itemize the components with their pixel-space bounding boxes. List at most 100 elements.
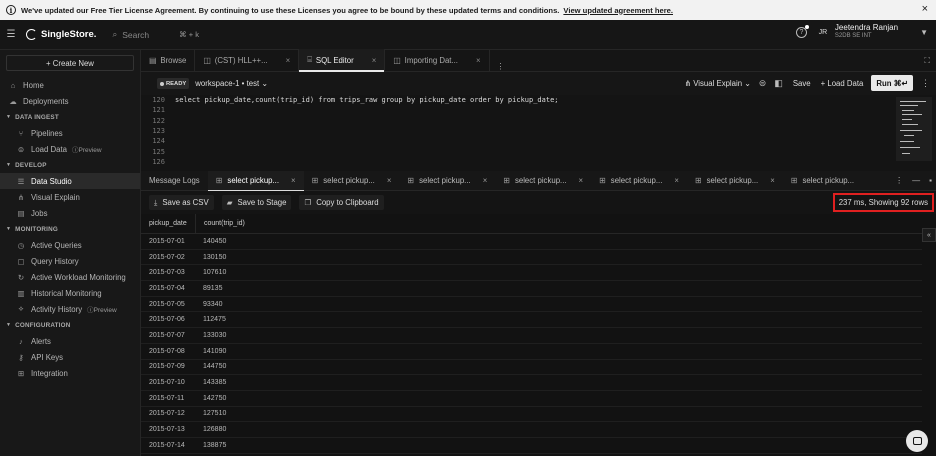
user-menu[interactable]: ? JR Jeetendra Ranjan S2DB SE INT ▼ <box>795 23 928 41</box>
sidebar-item-visual-explain[interactable]: ⋔ Visual Explain <box>0 189 140 205</box>
close-icon[interactable]: × <box>476 56 481 65</box>
tab-label: Browse <box>160 55 187 65</box>
logo[interactable]: SingleStore. <box>26 29 96 40</box>
line-number: 121 <box>152 106 165 115</box>
section-develop[interactable]: ▼ DEVELOP <box>0 157 140 173</box>
tab-result[interactable]: ⊞ select pickup... × <box>591 171 687 191</box>
sidebar-item-label: Load Data <box>31 144 67 154</box>
table-row[interactable]: 2015-07-03 107610 <box>141 265 922 282</box>
sidebar-item-api-keys[interactable]: ⚷ API Keys <box>0 349 140 365</box>
load-data-button[interactable]: + Load Data <box>821 79 864 88</box>
tab-importing[interactable]: ◫ Importing Dat... × <box>385 49 490 71</box>
sidebar-item-active-workload[interactable]: ↻ Active Workload Monitoring <box>0 269 140 285</box>
avatar[interactable]: JR <box>815 24 831 40</box>
chevron-down-icon[interactable]: ▼ <box>920 28 928 37</box>
column-header[interactable]: count(trip_id) <box>195 214 255 233</box>
sidebar-item-data-studio[interactable]: ☰ Data Studio <box>0 173 140 189</box>
sidebar-item-integration[interactable]: ⊞ Integration <box>0 365 140 381</box>
table-row[interactable]: 2015-07-05 93340 <box>141 297 922 313</box>
close-icon[interactable]: × <box>483 176 488 185</box>
close-icon[interactable]: × <box>579 176 584 185</box>
table-row[interactable]: 2015-07-10 143385 <box>141 375 922 391</box>
more-options-icon[interactable]: ⋮ <box>895 176 903 185</box>
tab-result[interactable]: ⊞ select pickup... × <box>399 171 495 191</box>
table-row[interactable]: 2015-07-11 142750 <box>141 391 922 407</box>
view-agreement-link[interactable]: View updated agreement here. <box>563 6 673 15</box>
search-input[interactable]: ⌕ Search ⌘ + k <box>112 29 199 40</box>
table-row[interactable]: 2015-07-07 133030 <box>141 328 922 344</box>
sidebar-item-load-data[interactable]: ⊜ Load Data ⓘPreview <box>0 141 140 157</box>
cell-pickup-date: 2015-07-04 <box>149 284 185 292</box>
close-icon[interactable]: × <box>291 176 296 185</box>
sidebar-item-active-queries[interactable]: ◷ Active Queries <box>0 237 140 253</box>
collapse-panel-icon[interactable]: « <box>922 228 936 242</box>
workspace-selector[interactable]: workspace-1 • test ⌄ <box>195 79 268 88</box>
table-row[interactable]: 2015-07-14 138875 <box>141 438 922 454</box>
delete-icon[interactable]: ▪ <box>929 176 932 185</box>
section-monitoring[interactable]: ▼ MONITORING <box>0 221 140 237</box>
more-options-icon[interactable]: ⋮ <box>921 78 930 89</box>
panel-icon[interactable]: ◧ <box>774 78 783 89</box>
tab-result[interactable]: ⊞ select pickup... × <box>687 171 783 191</box>
table-row[interactable]: 2015-07-01 140450 <box>141 234 922 250</box>
tab-browse[interactable]: ▤ Browse <box>141 49 196 71</box>
tab-sql-editor[interactable]: ⌸ SQL Editor × <box>299 49 386 72</box>
save-csv-button[interactable]: ⤓ Save as CSV <box>149 195 214 210</box>
tab-result[interactable]: ⊞ select pickup... <box>783 171 862 191</box>
table-row[interactable]: 2015-07-09 144750 <box>141 360 922 376</box>
more-tabs-icon[interactable]: ⋮ <box>490 62 512 71</box>
table-row[interactable]: 2015-07-08 141090 <box>141 344 922 360</box>
visual-explain-button[interactable]: ⋔ Visual Explain ⌄ <box>685 79 751 88</box>
user-info[interactable]: Jeetendra Ranjan S2DB SE INT <box>835 23 898 41</box>
chat-icon[interactable] <box>906 430 928 452</box>
close-icon[interactable]: × <box>372 56 377 65</box>
expand-icon[interactable]: ⛶ <box>924 56 930 66</box>
close-icon[interactable]: × <box>922 3 928 15</box>
chevron-down-icon: ▼ <box>6 226 12 232</box>
database-icon[interactable]: ⊜ <box>759 78 767 89</box>
save-button[interactable]: Save <box>791 77 813 90</box>
section-data-ingest[interactable]: ▼ DATA INGEST <box>0 109 140 125</box>
table-row[interactable]: 2015-07-06 112475 <box>141 312 922 329</box>
sidebar-item-historical[interactable]: ▥ Historical Monitoring <box>0 285 140 301</box>
close-icon[interactable]: × <box>770 176 775 185</box>
copy-clipboard-button[interactable]: ❐ Copy to Clipboard <box>299 195 384 210</box>
tab-hll[interactable]: ◫ (CST) HLL++... × <box>195 49 300 71</box>
close-icon[interactable]: × <box>286 56 291 65</box>
sidebar-item-jobs[interactable]: ▤ Jobs <box>0 205 140 221</box>
editor-minimap[interactable] <box>896 97 932 161</box>
sidebar-item-pipelines[interactable]: ⑂ Pipelines <box>0 125 140 141</box>
cell-pickup-date: 2015-07-02 <box>149 253 185 261</box>
help-icon[interactable]: ? <box>795 24 809 38</box>
run-button[interactable]: Run ⌘↵ <box>871 75 913 91</box>
create-new-button[interactable]: + Create New <box>6 55 134 71</box>
editor-line: 122 <box>141 116 936 126</box>
close-icon[interactable]: × <box>387 176 392 185</box>
close-icon[interactable]: × <box>674 176 679 185</box>
save-stage-button[interactable]: ▰ Save to Stage <box>221 195 292 210</box>
table-row[interactable]: 2015-07-13 126880 <box>141 422 922 438</box>
sidebar-item-alerts[interactable]: ♪ Alerts <box>0 333 140 349</box>
sql-editor[interactable]: 120 select pickup_date,count(trip_id) fro… <box>141 95 936 171</box>
section-configuration[interactable]: ▼ CONFIGURATION <box>0 317 140 333</box>
org-name: S2DB SE INT <box>834 33 872 39</box>
table-row[interactable]: 2015-07-04 89135 <box>141 281 922 297</box>
menu-icon[interactable]: ☰ <box>0 29 22 40</box>
sidebar-item-activity-history[interactable]: ⟡ Activity History ⓘPreview <box>0 301 140 317</box>
sidebar-item-deployments[interactable]: ☁ Deployments <box>0 93 140 109</box>
tab-message-logs[interactable]: Message Logs <box>141 171 208 191</box>
table-row[interactable]: 2015-07-12 127510 <box>141 407 922 423</box>
tab-result[interactable]: ⊞ select pickup... × <box>495 171 591 191</box>
column-header[interactable]: pickup_date <box>141 214 195 233</box>
calendar-icon: ▤ <box>17 208 25 218</box>
tab-result[interactable]: ⊞ select pickup... × <box>304 171 400 191</box>
clock-icon: ◷ <box>17 240 25 250</box>
sidebar-item-query-history[interactable]: ▢ Query History <box>0 253 140 269</box>
cell-count: 126880 <box>203 426 227 434</box>
line-number: 126 <box>152 157 165 166</box>
sidebar-item-home[interactable]: ⌂ Home <box>0 77 140 93</box>
minimize-icon[interactable]: — <box>912 176 920 185</box>
search-placeholder: Search <box>122 29 150 40</box>
tab-result[interactable]: ⊞ select pickup... × <box>207 170 304 191</box>
table-row[interactable]: 2015-07-02 130150 <box>141 250 922 266</box>
